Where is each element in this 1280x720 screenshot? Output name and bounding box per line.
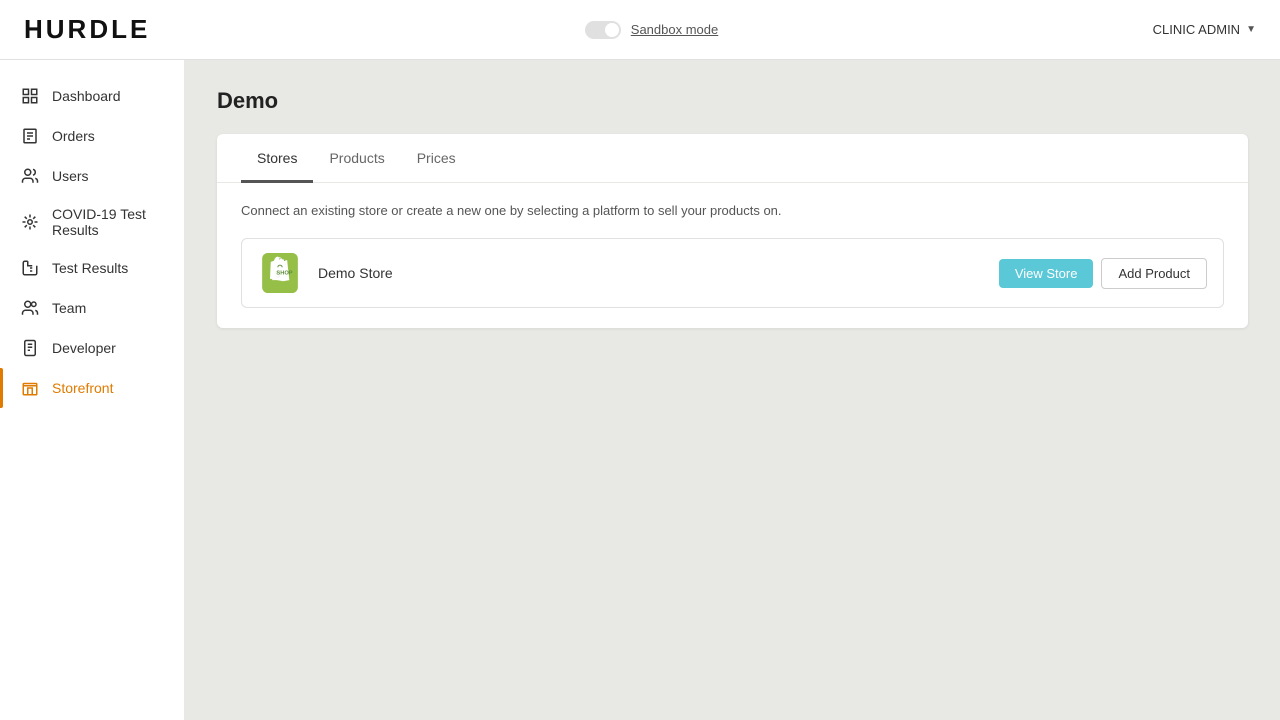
users-icon <box>20 166 40 186</box>
sidebar: Dashboard Orders <box>0 60 185 720</box>
tab-prices[interactable]: Prices <box>401 134 472 183</box>
admin-label: CLINIC ADMIN <box>1153 22 1240 37</box>
card-body: Connect an existing store or create a ne… <box>217 183 1248 328</box>
store-row: S SHOP Demo Store View Store Add Product <box>241 238 1224 308</box>
header-center: Sandbox mode <box>585 21 718 39</box>
add-product-button[interactable]: Add Product <box>1101 258 1207 289</box>
sidebar-item-dashboard[interactable]: Dashboard <box>0 76 184 116</box>
sidebar-item-test-results[interactable]: Test Results <box>0 248 184 288</box>
covid-icon <box>20 212 40 232</box>
sidebar-item-team[interactable]: Team <box>0 288 184 328</box>
tab-products[interactable]: Products <box>313 134 400 183</box>
sidebar-item-orders[interactable]: Orders <box>0 116 184 156</box>
store-description: Connect an existing store or create a ne… <box>241 203 1224 218</box>
sidebar-item-users[interactable]: Users <box>0 156 184 196</box>
sidebar-label-storefront: Storefront <box>52 380 113 396</box>
storefront-icon <box>20 378 40 398</box>
storefront-card: Stores Products Prices Connect an existi… <box>217 134 1248 328</box>
sidebar-item-developer[interactable]: Developer <box>0 328 184 368</box>
tabs-bar: Stores Products Prices <box>217 134 1248 183</box>
sidebar-label-covid: COVID-19 Test Results <box>52 206 164 238</box>
store-actions: View Store Add Product <box>999 258 1207 289</box>
shopify-logo: S SHOP <box>258 251 302 295</box>
sidebar-label-users: Users <box>52 168 89 184</box>
sidebar-label-developer: Developer <box>52 340 116 356</box>
header: HURDLE Sandbox mode CLINIC ADMIN ▼ <box>0 0 1280 60</box>
main-content: Demo Stores Products Prices Connect an e… <box>185 60 1280 720</box>
layout: Dashboard Orders <box>0 60 1280 720</box>
view-store-button[interactable]: View Store <box>999 259 1094 288</box>
sidebar-item-storefront[interactable]: Storefront <box>0 368 184 408</box>
sidebar-label-orders: Orders <box>52 128 95 144</box>
page-title: Demo <box>217 88 1248 114</box>
sandbox-mode-label[interactable]: Sandbox mode <box>631 22 718 37</box>
sidebar-item-covid[interactable]: COVID-19 Test Results <box>0 196 184 248</box>
sidebar-label-team: Team <box>52 300 86 316</box>
store-name: Demo Store <box>318 265 983 281</box>
developer-icon <box>20 338 40 358</box>
svg-text:SHOP: SHOP <box>276 270 292 276</box>
team-icon <box>20 298 40 318</box>
sidebar-label-test-results: Test Results <box>52 260 128 276</box>
dashboard-icon <box>20 86 40 106</box>
sandbox-toggle[interactable] <box>585 21 621 39</box>
sidebar-label-dashboard: Dashboard <box>52 88 121 104</box>
test-results-icon <box>20 258 40 278</box>
orders-icon <box>20 126 40 146</box>
admin-menu[interactable]: CLINIC ADMIN ▼ <box>1153 22 1256 37</box>
chevron-down-icon: ▼ <box>1246 24 1256 35</box>
tab-stores[interactable]: Stores <box>241 134 313 183</box>
app-logo: HURDLE <box>24 14 150 45</box>
